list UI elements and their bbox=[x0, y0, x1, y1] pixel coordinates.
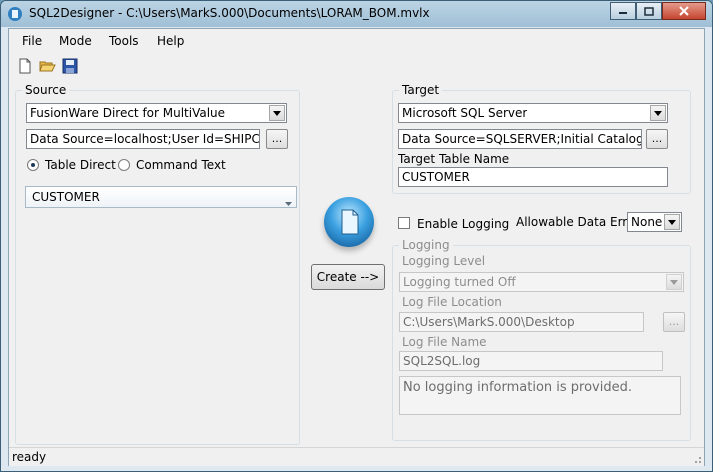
source-connection-string-value: Data Source=localhost;User Id=SHIPCORP;T… bbox=[30, 132, 260, 146]
target-group-label: Target bbox=[399, 83, 443, 97]
toolbar bbox=[9, 55, 704, 77]
minimize-icon bbox=[619, 12, 627, 14]
status-text: ready bbox=[12, 450, 47, 464]
target-table-name-label: Target Table Name bbox=[398, 152, 510, 166]
source-provider-dropdown[interactable]: FusionWare Direct for MultiValue bbox=[26, 103, 287, 123]
new-document-icon[interactable] bbox=[16, 57, 34, 75]
close-button[interactable] bbox=[662, 2, 706, 20]
app-icon bbox=[8, 7, 22, 21]
enable-logging-label[interactable]: Enable Logging bbox=[417, 217, 509, 231]
minimize-button[interactable] bbox=[610, 2, 636, 20]
source-provider-value: FusionWare Direct for MultiValue bbox=[30, 106, 226, 120]
target-provider-value: Microsoft SQL Server bbox=[402, 106, 528, 120]
target-connection-string-value: Data Source=SQLSERVER;Initial Catalog=mv… bbox=[402, 132, 641, 146]
target-connection-browse-button[interactable]: ... bbox=[646, 129, 668, 149]
allowable-data-errors-dropdown[interactable]: None bbox=[627, 212, 682, 232]
target-table-name-value: CUSTOMER bbox=[402, 170, 470, 184]
logging-level-label: Logging Level bbox=[402, 254, 486, 268]
open-folder-icon[interactable] bbox=[38, 57, 56, 75]
command-text-radio[interactable] bbox=[118, 159, 130, 171]
title-bar[interactable]: SQL2Designer - C:\Users\MarkS.000\Docume… bbox=[1, 1, 712, 27]
target-table-name-field[interactable]: CUSTOMER bbox=[398, 167, 668, 187]
log-file-location-value: C:\Users\MarkS.000\Desktop bbox=[403, 315, 575, 329]
target-group: Target Microsoft SQL Server Data Source=… bbox=[392, 83, 691, 194]
source-group-label: Source bbox=[22, 83, 70, 97]
target-connection-string-field[interactable]: Data Source=SQLSERVER;Initial Catalog=mv… bbox=[398, 129, 642, 149]
log-file-location-field[interactable]: C:\Users\MarkS.000\Desktop bbox=[399, 312, 644, 332]
save-disk-icon[interactable] bbox=[61, 57, 79, 75]
status-bar: ready bbox=[9, 447, 704, 466]
log-file-location-label: Log File Location bbox=[402, 295, 502, 309]
source-table-value: CUSTOMER bbox=[32, 190, 100, 204]
log-file-location-browse-button[interactable]: ... bbox=[663, 312, 685, 332]
chevron-down-icon bbox=[269, 105, 285, 121]
chevron-down-icon bbox=[666, 274, 682, 290]
menu-mode[interactable]: Mode bbox=[59, 34, 92, 48]
logging-info-text: No logging information is provided. bbox=[403, 380, 632, 395]
logging-level-value: Logging turned Off bbox=[403, 275, 516, 289]
close-icon bbox=[679, 6, 689, 16]
source-table-dropdown[interactable]: CUSTOMER bbox=[25, 186, 297, 208]
chevron-down-icon bbox=[664, 214, 680, 230]
chevron-down-icon bbox=[650, 105, 666, 121]
logging-info-box: No logging information is provided. bbox=[399, 376, 681, 415]
logging-group-label: Logging bbox=[399, 238, 453, 252]
source-connection-browse-button[interactable]: ... bbox=[266, 129, 288, 149]
resize-grip-icon[interactable] bbox=[692, 454, 702, 464]
log-file-name-label: Log File Name bbox=[402, 335, 487, 349]
logging-group: Logging Logging Level Logging turned Off… bbox=[392, 238, 691, 441]
command-text-label[interactable]: Command Text bbox=[136, 158, 226, 172]
maximize-button[interactable] bbox=[636, 2, 662, 20]
main-client-area: File Mode Tools Help Source FusionWare D… bbox=[8, 28, 705, 466]
chevron-down-icon bbox=[285, 195, 292, 209]
menu-bar: File Mode Tools Help bbox=[9, 29, 704, 53]
table-direct-radio[interactable] bbox=[27, 159, 39, 171]
create-button[interactable]: Create --> bbox=[311, 264, 385, 290]
log-file-name-value: SQL2SQL.log bbox=[403, 354, 481, 368]
log-file-name-field[interactable]: SQL2SQL.log bbox=[399, 351, 663, 371]
table-direct-label[interactable]: Table Direct bbox=[45, 158, 116, 172]
menu-file[interactable]: File bbox=[22, 34, 42, 48]
target-provider-dropdown[interactable]: Microsoft SQL Server bbox=[398, 103, 668, 123]
maximize-icon bbox=[644, 6, 654, 16]
menu-tools[interactable]: Tools bbox=[109, 34, 139, 48]
source-connection-string-field[interactable]: Data Source=localhost;User Id=SHIPCORP;T… bbox=[26, 129, 260, 149]
enable-logging-checkbox[interactable] bbox=[398, 217, 410, 229]
logging-level-dropdown[interactable]: Logging turned Off bbox=[399, 272, 684, 292]
transfer-orb-icon bbox=[324, 197, 374, 247]
window-title: SQL2Designer - C:\Users\MarkS.000\Docume… bbox=[29, 6, 430, 20]
menu-help[interactable]: Help bbox=[157, 34, 184, 48]
app-window: SQL2Designer - C:\Users\MarkS.000\Docume… bbox=[0, 0, 713, 472]
source-group: Source FusionWare Direct for MultiValue … bbox=[15, 83, 300, 445]
allowable-data-errors-value: None bbox=[631, 215, 663, 229]
